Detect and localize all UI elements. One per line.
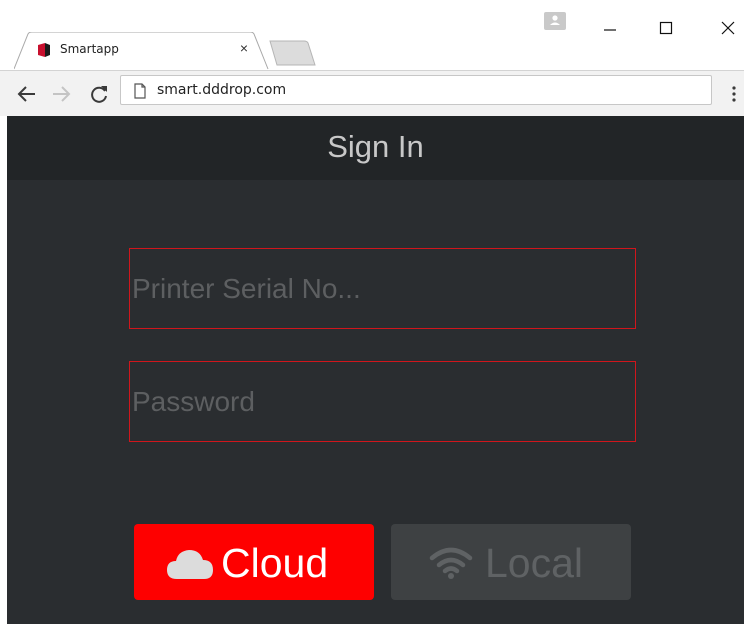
- page-title: Sign In: [327, 129, 424, 164]
- browser-tab[interactable]: Smartapp ×: [14, 32, 270, 70]
- cloud-button-label: Cloud: [221, 540, 329, 586]
- local-button-label: Local: [485, 540, 584, 586]
- page-icon: [134, 83, 146, 99]
- printer-serial-input[interactable]: [129, 248, 636, 329]
- profile-icon[interactable]: [544, 12, 566, 30]
- new-tab-button[interactable]: [266, 40, 316, 66]
- reload-icon[interactable]: [88, 83, 110, 105]
- close-icon[interactable]: [716, 12, 740, 36]
- maximize-icon[interactable]: [654, 12, 678, 36]
- back-arrow-icon[interactable]: [16, 83, 38, 105]
- tab-close-icon[interactable]: ×: [236, 40, 252, 56]
- forward-arrow-icon[interactable]: [50, 83, 72, 105]
- tab-title: Smartapp: [60, 42, 119, 56]
- app-header: Sign In: [7, 116, 744, 180]
- smartapp-favicon-icon: [38, 43, 50, 57]
- browser-chrome: Smartapp × smart.dddrop.com: [0, 0, 744, 116]
- cloud-icon: [167, 550, 213, 579]
- cloud-button[interactable]: Cloud: [134, 524, 374, 600]
- url-text[interactable]: smart.dddrop.com: [157, 82, 286, 98]
- browser-menu-icon[interactable]: [728, 83, 740, 105]
- password-input[interactable]: [129, 361, 636, 442]
- sign-in-page: Sign In Cloud Local: [7, 116, 744, 624]
- local-button[interactable]: Local: [391, 524, 631, 600]
- browser-toolbar: smart.dddrop.com: [0, 70, 744, 116]
- minimize-icon[interactable]: [598, 12, 622, 36]
- tab-shape: [14, 32, 269, 70]
- address-bar[interactable]: smart.dddrop.com: [120, 75, 712, 105]
- wifi-icon: [429, 547, 473, 579]
